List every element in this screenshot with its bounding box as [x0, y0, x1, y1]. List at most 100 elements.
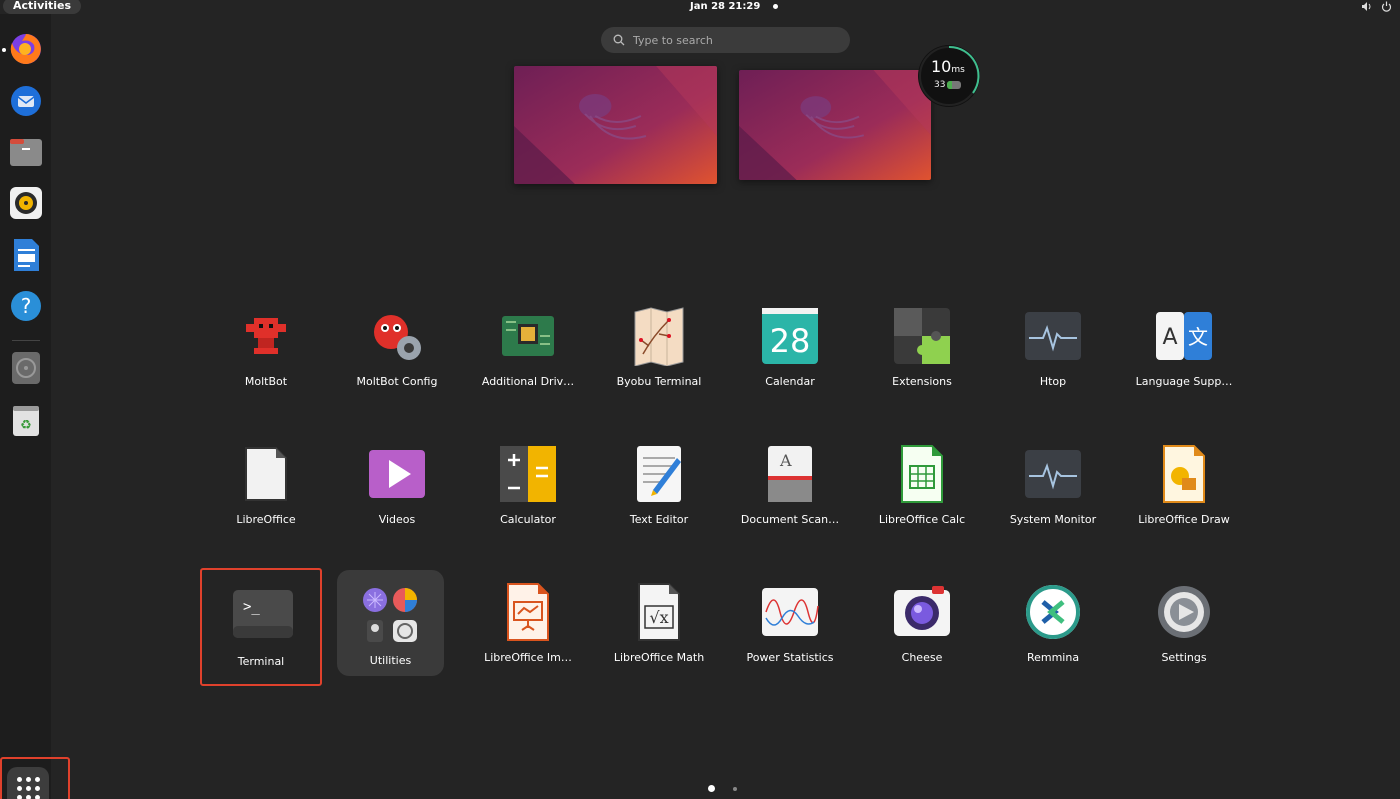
- trash-icon: ♻: [13, 406, 39, 436]
- scanner-icon: A: [760, 444, 820, 504]
- activities-button[interactable]: Activities: [3, 0, 82, 14]
- app-label: LibreOffice: [236, 513, 296, 526]
- app-label: LibreOffice Math: [613, 651, 705, 664]
- app-tile-libreoffice-draw[interactable]: LibreOffice Draw: [1124, 432, 1244, 544]
- app-label: Remmina: [1026, 651, 1080, 664]
- app-tile-remmina[interactable]: Remmina: [993, 570, 1113, 682]
- search-box[interactable]: [601, 27, 850, 53]
- app-label: Calendar: [765, 375, 815, 388]
- dock: ? ♻: [0, 14, 70, 799]
- htop-icon: [1023, 306, 1083, 366]
- show-apps-button[interactable]: [0, 757, 70, 799]
- app-tile-byobu-terminal[interactable]: Byobu Terminal: [599, 294, 719, 406]
- app-tile-cheese[interactable]: Cheese: [862, 570, 982, 682]
- libreoffice-icon: [236, 444, 296, 504]
- app-tile-libreoffice[interactable]: LibreOffice: [206, 432, 326, 544]
- svg-text:♻: ♻: [20, 418, 32, 433]
- latency-widget: 10ms 33: [918, 45, 980, 107]
- remmina-icon: [1023, 582, 1083, 642]
- app-tile-document-scan[interactable]: A Document Scan…: [730, 432, 850, 544]
- app-label: Text Editor: [629, 513, 689, 526]
- app-tile-additional-driv[interactable]: Additional Driv…: [468, 294, 588, 406]
- language-glyph: 文: [1188, 325, 1208, 349]
- clock[interactable]: Jan 28 21:29: [690, 0, 760, 13]
- app-tile-moltbot-config[interactable]: MoltBot Config: [337, 294, 457, 406]
- scanner-glyph: A: [779, 451, 792, 470]
- wallpaper-image: [739, 70, 931, 180]
- app-tile-calculator[interactable]: Calculator: [468, 432, 588, 544]
- language-icon: A文: [1154, 306, 1214, 366]
- app-tile-moltbot[interactable]: MoltBot: [206, 294, 326, 406]
- page-dot-2[interactable]: [733, 786, 737, 791]
- wallpaper-image: [514, 66, 717, 184]
- chip-icon: [498, 306, 558, 366]
- app-tile-calendar[interactable]: 28 Calendar: [730, 294, 850, 406]
- folder-icon: [359, 584, 419, 644]
- videos-icon: [367, 444, 427, 504]
- app-label: Utilities: [369, 654, 412, 667]
- dock-item-help[interactable]: ?: [8, 288, 44, 324]
- system-tray[interactable]: [1361, 1, 1392, 12]
- dock-item-rhythmbox[interactable]: [8, 185, 44, 221]
- calendar-glyph: 28: [770, 322, 811, 360]
- app-label: LibreOffice Im…: [484, 651, 572, 664]
- app-tile-power-statistics[interactable]: Power Statistics: [730, 570, 850, 682]
- settings-icon: [1154, 582, 1214, 642]
- app-label: Videos: [378, 513, 416, 526]
- dock-item-thunderbird[interactable]: [8, 83, 44, 119]
- app-tile-system-monitor[interactable]: System Monitor: [993, 432, 1113, 544]
- dock-separator: [12, 340, 40, 341]
- app-tile-libreoffice-calc[interactable]: LibreOffice Calc: [862, 432, 982, 544]
- app-label: Byobu Terminal: [616, 375, 702, 388]
- page-indicator: [708, 785, 737, 792]
- app-label: Terminal: [237, 655, 285, 668]
- rhythmbox-icon: [10, 187, 42, 219]
- app-label: MoltBot: [244, 375, 288, 388]
- search-icon: [613, 34, 625, 46]
- disk-icon: [12, 352, 40, 384]
- app-label: Additional Driv…: [481, 375, 575, 388]
- battery-indicator: 33: [934, 80, 962, 90]
- app-tile-videos[interactable]: Videos: [337, 432, 457, 544]
- power-stats-icon: [760, 582, 820, 642]
- app-tile-extensions[interactable]: Extensions: [862, 294, 982, 406]
- app-tile-htop[interactable]: Htop: [993, 294, 1113, 406]
- app-label: Document Scan…: [740, 513, 840, 526]
- writer-icon: [14, 239, 39, 271]
- search-input[interactable]: [633, 33, 833, 47]
- app-tile-text-editor[interactable]: Text Editor: [599, 432, 719, 544]
- volume-icon[interactable]: [1361, 1, 1373, 12]
- app-tile-utilities[interactable]: Utilities: [337, 570, 444, 676]
- battery-icon: [947, 81, 962, 89]
- system-monitor-icon: [1023, 444, 1083, 504]
- app-tile-libreoffice-im[interactable]: LibreOffice Im…: [468, 570, 588, 682]
- dock-item-trash[interactable]: ♻: [8, 402, 44, 438]
- app-label: Settings: [1161, 651, 1207, 664]
- page-dot-1[interactable]: [708, 785, 715, 792]
- top-bar: Activities Jan 28 21:29: [0, 0, 1400, 14]
- app-tile-language-supp[interactable]: A 文 Language Supp…: [1124, 294, 1244, 406]
- puzzle-icon: [892, 306, 952, 366]
- dock-item-files[interactable]: [8, 134, 44, 170]
- svg-text:?: ?: [21, 294, 32, 318]
- dock-item-firefox[interactable]: [8, 31, 44, 67]
- thunderbird-icon: [11, 86, 41, 116]
- app-tile-libreoffice-math[interactable]: √x LibreOffice Math: [599, 570, 719, 682]
- firefox-icon: [10, 34, 41, 64]
- dock-item-disk[interactable]: [8, 350, 44, 386]
- grid-icon: [7, 767, 49, 799]
- dock-item-writer[interactable]: [8, 237, 44, 273]
- app-label: Language Supp…: [1135, 375, 1233, 388]
- power-icon[interactable]: [1381, 1, 1392, 12]
- app-label: Cheese: [901, 651, 943, 664]
- app-label: Calculator: [500, 513, 556, 526]
- workspace-thumbnail-2[interactable]: [739, 70, 931, 180]
- workspace-thumbnail-1[interactable]: [514, 66, 717, 184]
- app-tile-terminal[interactable]: >_ Terminal: [200, 568, 322, 686]
- byobu-icon: [629, 306, 689, 366]
- terminal-icon: >_: [233, 584, 293, 644]
- cheese-icon: [892, 582, 952, 642]
- calendar-icon: 28: [760, 306, 820, 366]
- help-icon: ?: [11, 291, 41, 321]
- app-tile-settings[interactable]: Settings: [1124, 570, 1244, 682]
